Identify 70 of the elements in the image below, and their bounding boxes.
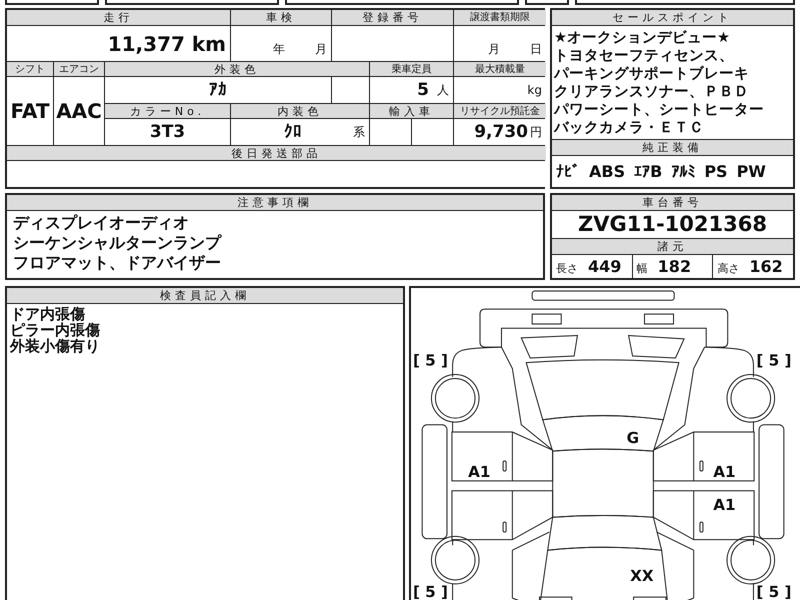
tire-rating: [ 5 ] bbox=[756, 582, 792, 600]
tire-rating: [ 5 ] bbox=[412, 352, 448, 370]
shift-header: シフト bbox=[7, 62, 53, 76]
imported-header: 輸入車 bbox=[370, 104, 453, 118]
spec-label: 長さ bbox=[556, 261, 578, 276]
mileage-value: 11,377 km bbox=[108, 32, 226, 56]
air-conditioner-value: AAC bbox=[56, 99, 102, 123]
day-unit: 日 bbox=[530, 41, 542, 58]
equipment-header: 純正装備 bbox=[552, 140, 793, 156]
chassis-number: ZVG11-1021368 bbox=[578, 212, 767, 236]
sale-point-text: パーキングサポートブレーキ bbox=[554, 65, 750, 83]
later-parts-header: 後日発送部品 bbox=[7, 146, 546, 160]
specs-header: 諸元 bbox=[552, 239, 793, 255]
damage-code: A1 bbox=[713, 496, 736, 514]
chassis-number-header: 車台番号 bbox=[552, 195, 793, 211]
recycling-fee-value: 9,730 bbox=[474, 122, 528, 142]
month-unit: 月 bbox=[315, 41, 327, 58]
recycling-fee-unit: 円 bbox=[530, 124, 542, 140]
equipment-item: ｴｱB bbox=[634, 162, 662, 181]
inspector-note-text: 外装小傷有り bbox=[10, 338, 101, 354]
equipment-item: PS bbox=[704, 162, 728, 181]
interior-color-header: 内装色 bbox=[231, 104, 369, 118]
note-text: シーケンシャルターンランプ bbox=[13, 233, 223, 253]
shift-value: FAT bbox=[10, 99, 50, 123]
sale-point-text: バックカメラ・ＥＴＣ bbox=[554, 119, 705, 137]
spec-value: 182 bbox=[658, 257, 692, 276]
sale-point-text: トヨタセーフティセンス、 bbox=[554, 47, 735, 65]
inspector-notes-header: 検査員記入欄 bbox=[7, 288, 403, 304]
note-text: ディスプレイオーディオ bbox=[13, 213, 190, 233]
max-load-header: 最大積載量 bbox=[454, 62, 546, 76]
registration-header: 登録番号 bbox=[332, 10, 453, 25]
capacity-value: 5 bbox=[417, 80, 429, 100]
spec-value: 449 bbox=[588, 257, 622, 276]
note-text: フロアマット、ドアバイザー bbox=[13, 253, 222, 273]
inspection-header: 車検 bbox=[231, 10, 331, 25]
spec-label: 高さ bbox=[717, 261, 740, 276]
transfer-deadline-header: 譲渡書類期限 bbox=[454, 10, 546, 25]
equipment-item: ﾅﾋﾞ bbox=[556, 162, 580, 181]
tire-rating: [ 5 ] bbox=[412, 582, 448, 600]
tire-rating: [ 5 ] bbox=[756, 352, 792, 370]
notes-header: 注意事項欄 bbox=[7, 195, 543, 211]
mileage-header: 走行 bbox=[7, 10, 230, 25]
color-code-header: カラーNo. bbox=[105, 104, 230, 118]
capacity-header: 乗車定員 bbox=[370, 62, 453, 76]
recycling-fee-header: リサイクル預託金 bbox=[454, 104, 546, 118]
sale-point-text: パワーシート、シートヒーター bbox=[554, 101, 765, 119]
spec-value: 162 bbox=[749, 257, 783, 276]
interior-color-suffix: 系 bbox=[353, 124, 365, 140]
air-conditioner-header: エアコン bbox=[54, 62, 104, 76]
sale-point-text: ★オークションデビュー★ bbox=[554, 29, 731, 47]
inspector-note-text: ドア内張傷 bbox=[10, 306, 85, 322]
damage-code: G bbox=[626, 429, 640, 448]
equipment-item: PW bbox=[736, 162, 766, 181]
damage-code: A1 bbox=[713, 462, 736, 481]
inspector-note-text: ピラー内張傷 bbox=[10, 322, 101, 338]
spec-label: 幅 bbox=[636, 261, 648, 276]
damage-code: XX bbox=[630, 566, 654, 585]
damage-code: A1 bbox=[468, 462, 490, 481]
color-code-value: 3T3 bbox=[150, 122, 186, 142]
capacity-unit: 人 bbox=[437, 82, 449, 98]
max-load-unit: kg bbox=[527, 83, 542, 97]
interior-color-value: ｸﾛ bbox=[284, 122, 302, 142]
year-unit: 年 bbox=[273, 41, 285, 58]
exterior-color-header: 外装色 bbox=[105, 62, 369, 76]
exterior-color-value: ｱｶ bbox=[209, 80, 227, 100]
sale-point-text: クリアランスソナー、ＰＢＤ bbox=[554, 83, 750, 101]
equipment-item: ｱﾙﾐ bbox=[671, 162, 696, 181]
equipment-item: ABS bbox=[589, 162, 626, 181]
month-unit: 月 bbox=[488, 41, 500, 58]
sale-points-header: セールスポイント bbox=[552, 10, 793, 26]
